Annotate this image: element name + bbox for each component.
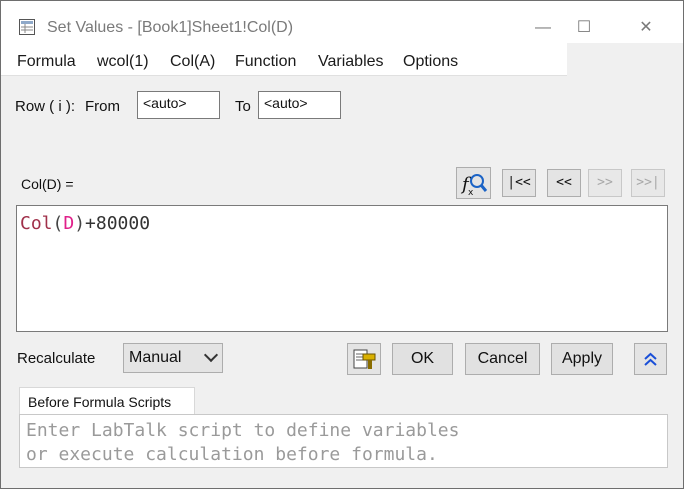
before-formula-script-input[interactable]: Enter LabTalk script to define variables… <box>19 414 668 468</box>
close-button[interactable]: ✕ <box>626 13 666 43</box>
recalculate-select[interactable]: Manual <box>123 343 223 373</box>
first-column-button[interactable]: |<< <box>502 169 536 197</box>
menu-options[interactable]: Options <box>403 53 458 71</box>
formula-function-token: Col <box>20 213 53 234</box>
collapse-button[interactable] <box>634 343 667 375</box>
from-input[interactable]: <auto> <box>137 91 220 119</box>
apply-button[interactable]: Apply <box>551 343 613 375</box>
script-placeholder-line-2: or execute calculation before formula. <box>26 444 438 465</box>
formula-operand: +80000 <box>85 213 151 234</box>
menu-formula[interactable]: Formula <box>17 53 76 71</box>
fx-search-icon: f x <box>460 174 488 198</box>
previous-column-button[interactable]: << <box>547 169 581 197</box>
menu-col[interactable]: Col(A) <box>170 53 215 71</box>
formula-open-paren: ( <box>52 213 64 234</box>
maximize-button[interactable]: ☐ <box>564 13 604 43</box>
col-d-label: Col(D) = <box>21 176 74 192</box>
formula-argument-token: D <box>63 213 75 234</box>
menu-function[interactable]: Function <box>235 53 296 71</box>
script-placeholder-line-1: Enter LabTalk script to define variables <box>26 420 460 441</box>
title-bar: Set Values - [Book1]Sheet1!Col(D) — ☐ ✕ <box>1 1 683 43</box>
to-label: To <box>235 98 251 115</box>
window-title: Set Values - [Book1]Sheet1!Col(D) <box>47 19 294 36</box>
recalculate-label: Recalculate <box>17 350 96 367</box>
tab-before-formula-scripts[interactable]: Before Formula Scripts <box>19 387 195 417</box>
script-tool-icon <box>353 349 376 369</box>
formula-close-paren: ) <box>74 213 86 234</box>
to-input[interactable]: <auto> <box>258 91 341 119</box>
last-column-button[interactable]: >>| <box>631 169 665 197</box>
menu-wcol[interactable]: wcol(1) <box>97 53 149 71</box>
chevron-down-icon <box>203 347 219 363</box>
set-values-dialog: Set Values - [Book1]Sheet1!Col(D) — ☐ ✕ … <box>0 0 684 489</box>
svg-text:x: x <box>468 188 474 198</box>
row-label: Row ( i ): <box>15 98 75 115</box>
recalculate-value: Manual <box>129 349 182 366</box>
formula-text: Col(D)+80000 <box>20 213 150 234</box>
ok-button[interactable]: OK <box>392 343 453 375</box>
cancel-button[interactable]: Cancel <box>465 343 540 375</box>
fx-search-button[interactable]: f x <box>456 167 491 199</box>
menu-variables[interactable]: Variables <box>318 53 384 71</box>
formula-editor[interactable]: Col(D)+80000 <box>16 205 668 332</box>
minimize-button[interactable]: — <box>523 13 563 43</box>
from-label: From <box>85 98 120 115</box>
script-tool-button[interactable] <box>347 343 381 375</box>
set-values-app-icon <box>19 19 35 35</box>
next-column-button[interactable]: >> <box>588 169 622 197</box>
menu-bar: Formula wcol(1) Col(A) Function Variable… <box>1 43 567 76</box>
double-chevron-up-icon <box>644 352 657 366</box>
